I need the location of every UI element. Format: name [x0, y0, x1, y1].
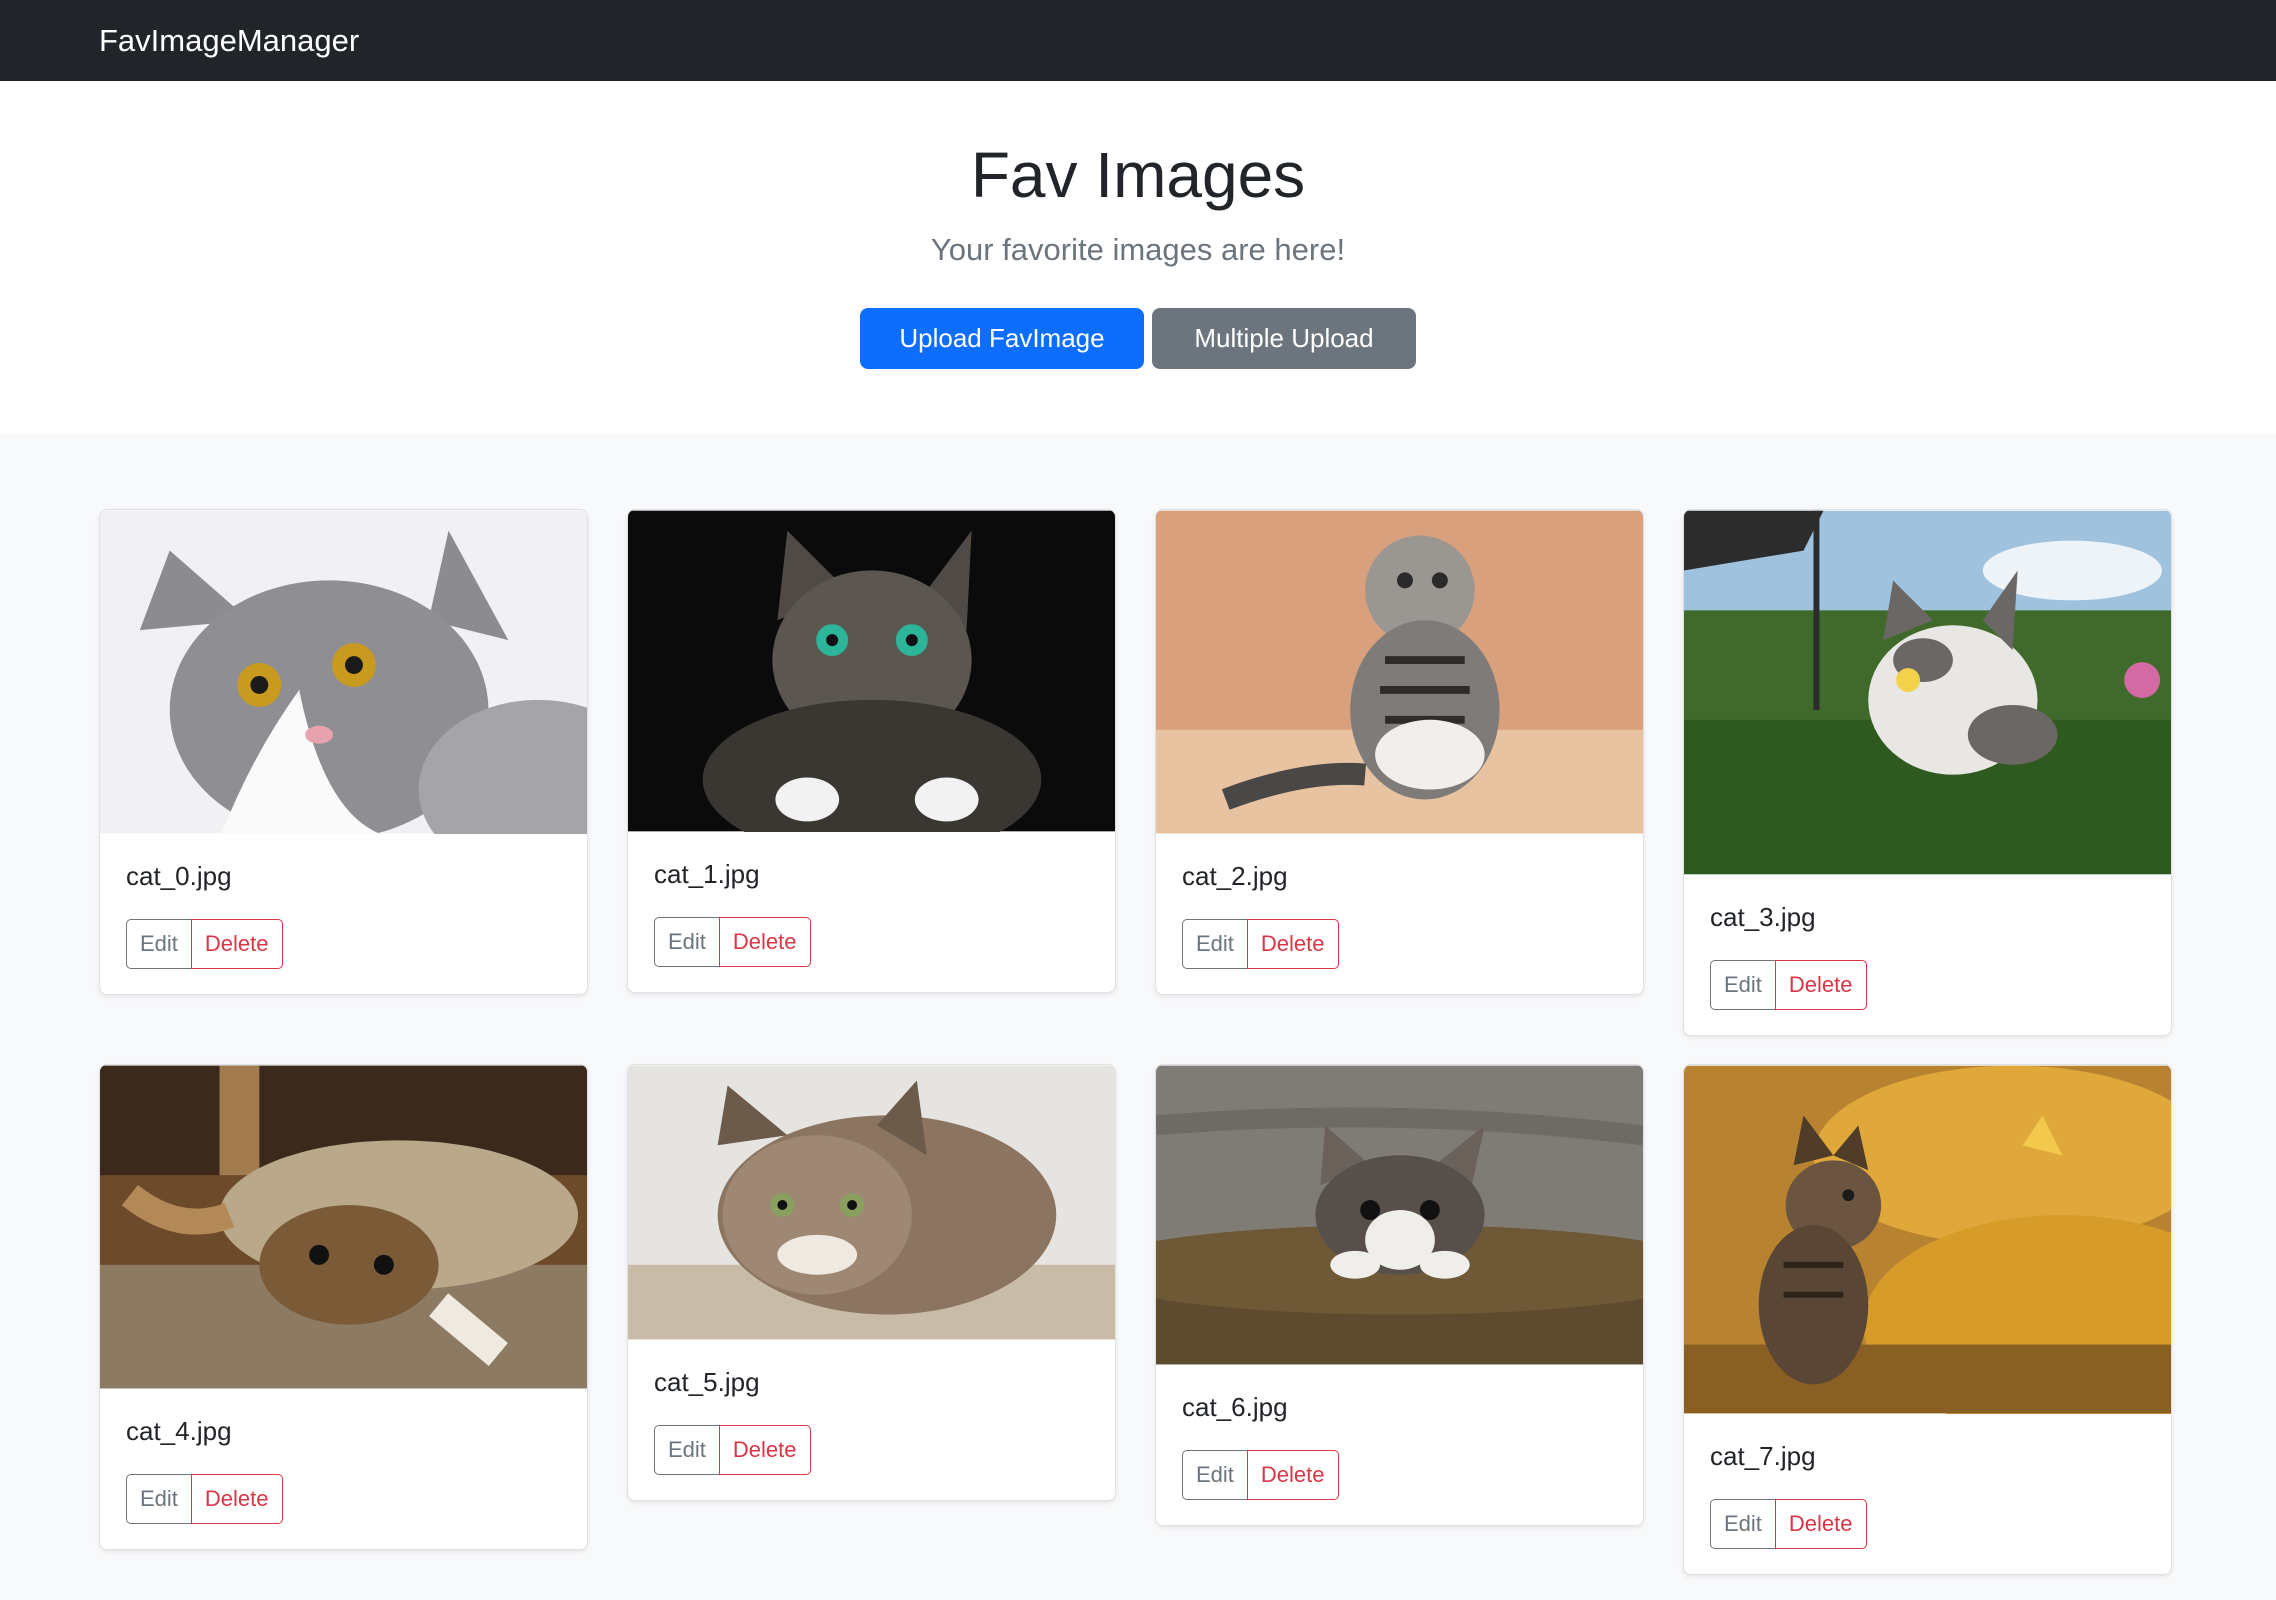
edit-button[interactable]: Edit [654, 1425, 720, 1475]
card-body: cat_5.jpg Edit Delete [628, 1340, 1115, 1500]
delete-button[interactable]: Delete [718, 917, 811, 967]
card-image [100, 510, 587, 834]
hero-section: Fav Images Your favorite images are here… [0, 81, 2276, 434]
card-image [100, 1065, 587, 1389]
image-card: cat_0.jpg Edit Delete [99, 509, 588, 995]
card-image [628, 510, 1115, 832]
edit-button[interactable]: Edit [654, 917, 720, 967]
card-body: cat_7.jpg Edit Delete [1684, 1414, 2171, 1574]
card-body: cat_0.jpg Edit Delete [100, 834, 587, 994]
edit-button[interactable]: Edit [126, 919, 192, 969]
card-title: cat_3.jpg [1710, 902, 1816, 932]
card-title: cat_1.jpg [654, 859, 760, 889]
hero-actions: Upload FavImage Multiple Upload [860, 307, 1416, 369]
card-title: cat_5.jpg [654, 1367, 760, 1397]
card-image [1156, 510, 1643, 834]
card-image [1156, 1065, 1643, 1365]
delete-button[interactable]: Delete [1246, 1450, 1339, 1500]
card-actions: Edit Delete [1182, 1450, 1617, 1500]
brand-link[interactable]: FavImageManager [99, 23, 359, 59]
card-title: cat_6.jpg [1182, 1392, 1288, 1422]
image-grid: cat_0.jpg Edit Delete cat_1.jpg Edit Del… [99, 509, 2172, 1575]
card-body: cat_6.jpg Edit Delete [1156, 1365, 1643, 1525]
card-body: cat_3.jpg Edit Delete [1684, 875, 2171, 1035]
image-card: cat_5.jpg Edit Delete [627, 1064, 1116, 1501]
card-body: cat_1.jpg Edit Delete [628, 832, 1115, 992]
page-subtitle: Your favorite images are here! [930, 231, 1346, 267]
delete-button[interactable]: Delete [190, 919, 283, 969]
card-title: cat_4.jpg [126, 1416, 232, 1446]
card-title: cat_0.jpg [126, 861, 232, 891]
card-actions: Edit Delete [1182, 919, 1617, 969]
card-title: cat_2.jpg [1182, 861, 1288, 891]
delete-button[interactable]: Delete [718, 1425, 811, 1475]
card-image [1684, 510, 2171, 875]
card-actions: Edit Delete [654, 917, 1089, 967]
card-actions: Edit Delete [126, 1474, 561, 1524]
image-card: cat_7.jpg Edit Delete [1683, 1064, 2172, 1575]
card-actions: Edit Delete [1710, 1499, 2145, 1549]
delete-button[interactable]: Delete [1774, 1499, 1867, 1549]
multiple-upload-button[interactable]: Multiple Upload [1152, 307, 1416, 369]
card-image [1684, 1065, 2171, 1414]
image-card: cat_2.jpg Edit Delete [1155, 509, 1644, 995]
edit-button[interactable]: Edit [1182, 919, 1248, 969]
edit-button[interactable]: Edit [126, 1474, 192, 1524]
page-title: Fav Images [970, 139, 1306, 211]
card-body: cat_4.jpg Edit Delete [100, 1389, 587, 1549]
image-card: cat_1.jpg Edit Delete [627, 509, 1116, 993]
card-actions: Edit Delete [1710, 960, 2145, 1010]
edit-button[interactable]: Edit [1710, 960, 1776, 1010]
card-actions: Edit Delete [126, 919, 561, 969]
card-body: cat_2.jpg Edit Delete [1156, 834, 1643, 994]
edit-button[interactable]: Edit [1182, 1450, 1248, 1500]
image-card: cat_4.jpg Edit Delete [99, 1064, 588, 1550]
card-actions: Edit Delete [654, 1425, 1089, 1475]
image-card: cat_6.jpg Edit Delete [1155, 1064, 1644, 1526]
delete-button[interactable]: Delete [1774, 960, 1867, 1010]
upload-favimage-button[interactable]: Upload FavImage [860, 307, 1144, 369]
card-title: cat_7.jpg [1710, 1441, 1816, 1471]
card-image [628, 1065, 1115, 1340]
delete-button[interactable]: Delete [1246, 919, 1339, 969]
delete-button[interactable]: Delete [190, 1474, 283, 1524]
edit-button[interactable]: Edit [1710, 1499, 1776, 1549]
navbar: FavImageManager [0, 0, 2276, 81]
image-card: cat_3.jpg Edit Delete [1683, 509, 2172, 1036]
